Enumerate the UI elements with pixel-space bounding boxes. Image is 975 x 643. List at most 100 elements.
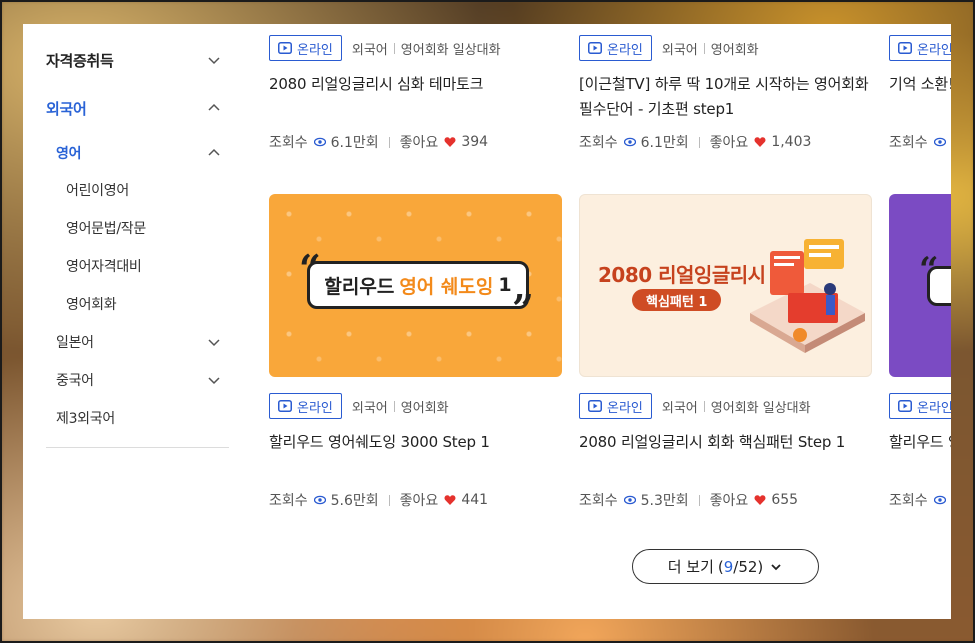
load-more-paren-close: ) — [757, 557, 764, 576]
heart-icon — [444, 136, 456, 148]
likes-count: 394 — [461, 134, 489, 150]
sidebar-sub-chinese[interactable]: 중국어 — [56, 369, 221, 391]
views-count: 5.3만회 — [640, 493, 689, 509]
course-title[interactable]: 기억 소환! — [889, 72, 951, 97]
heart-icon — [444, 494, 456, 506]
divider — [393, 400, 395, 412]
content-panel: 자격증취득 외국어 영어 어린이영어 영어문법/작문 영어자격대비 영어회화 일… — [23, 24, 951, 619]
chevron-down-icon — [207, 373, 221, 387]
chevron-up-icon — [207, 101, 221, 115]
eye-icon — [313, 136, 326, 148]
course-title[interactable]: 할리우드 영어쉐도잉 3000 Step 1 — [269, 430, 569, 455]
sidebar-sub-label: 영어 — [56, 146, 82, 162]
play-icon — [278, 42, 292, 54]
likes-count: 655 — [771, 492, 799, 508]
sidebar-sub-third-language[interactable]: 제3외국어 — [56, 407, 221, 429]
likes-label: 좋아요 — [399, 493, 439, 509]
eye-icon — [313, 494, 326, 506]
online-badge-label: 온라인 — [297, 400, 333, 416]
course-stats: 조회수 6.1만회 좋아요 1,403 — [579, 132, 811, 152]
category-label: 외국어 — [661, 42, 698, 58]
course-title[interactable]: [이근철TV] 하루 딱 10개로 시작하는 영어회화 필수단어 - 기초편 s… — [579, 72, 879, 122]
chevron-down-icon — [207, 335, 221, 349]
sidebar-sub-label: 중국어 — [56, 373, 94, 389]
views-label: 조회수 — [579, 135, 618, 151]
sidebar-sub-label: 제3외국어 — [56, 411, 115, 427]
sidebar-item-grammar-writing[interactable]: 영어문법/작문 — [66, 217, 146, 239]
sidebar-sub-japanese[interactable]: 일본어 — [56, 331, 221, 353]
views-label: 조회수 — [269, 135, 308, 151]
sidebar-category-label: 외국어 — [46, 99, 87, 118]
sidebar-item-label: 영어문법/작문 — [66, 221, 146, 237]
views-count: 6.1만회 — [330, 135, 379, 151]
divider — [388, 494, 390, 506]
play-icon — [278, 400, 292, 412]
sidebar-item-kids-english[interactable]: 어린이영어 — [66, 179, 129, 201]
course-category: 외국어 영어회화 — [352, 397, 449, 416]
course-meta: 온라인 외국어 영어회화 — [579, 35, 759, 61]
course-stats: 조회수 — [889, 490, 951, 510]
course-thumbnail[interactable]: “ 할리우드 영어 쉐도잉 1 ” — [269, 194, 562, 377]
likes-count: 1,403 — [771, 134, 812, 150]
course-title[interactable]: 2080 리얼잉글리시 심화 테마토크 — [269, 72, 569, 97]
play-icon — [898, 42, 912, 54]
heart-icon — [754, 494, 766, 506]
chevron-down-icon — [207, 53, 221, 67]
sidebar-item-conversation[interactable]: 영어회화 — [66, 293, 117, 315]
load-more-label: 더 보기 — [667, 558, 714, 576]
eye-icon — [623, 494, 636, 506]
course-stats: 조회수 5.6만회 좋아요 441 — [269, 490, 488, 510]
online-badge: 온라인 — [269, 35, 342, 61]
subcategory-label: 영어회화 일상대화 — [710, 400, 811, 416]
views-label: 조회수 — [889, 493, 928, 509]
eye-icon — [933, 494, 946, 506]
load-more-button[interactable]: 더 보기 (9/52) — [632, 549, 819, 584]
sidebar-category-foreign-language[interactable]: 외국어 — [46, 96, 221, 120]
likes-label: 좋아요 — [709, 493, 749, 509]
course-meta: 온라인 외국어 영어회화 — [269, 393, 449, 419]
divider — [698, 136, 700, 148]
divider — [393, 42, 395, 54]
divider — [703, 400, 705, 412]
sidebar-item-label: 영어자격대비 — [66, 259, 142, 275]
play-icon — [898, 400, 912, 412]
sidebar-sub-english[interactable]: 영어 — [56, 142, 221, 164]
play-icon — [588, 42, 602, 54]
course-thumbnail[interactable]: “ — [889, 194, 951, 377]
sidebar-sub-label: 일본어 — [56, 335, 94, 351]
sidebar-category-certificate[interactable]: 자격증취득 — [46, 48, 221, 72]
course-meta: 온라인 외국어 영어회화 일상대화 — [269, 35, 501, 61]
load-more-total: /52 — [733, 557, 758, 576]
views-label: 조회수 — [269, 493, 308, 509]
sidebar-divider — [46, 447, 229, 448]
online-badge: 온라인 — [579, 35, 652, 61]
thumbnail-speech-bubble — [927, 266, 951, 306]
thumbnail-text: 할리우드 — [324, 275, 395, 298]
sidebar-item-label: 어린이영어 — [66, 183, 129, 199]
online-badge-label: 온라인 — [917, 42, 951, 58]
close-quote-icon: ” — [512, 286, 534, 331]
category-label: 외국어 — [661, 400, 698, 416]
thumbnail-text-number: 1 — [498, 274, 512, 296]
sidebar-item-english-certificate[interactable]: 영어자격대비 — [66, 255, 142, 277]
course-stats: 조회수 6.1만회 좋아요 394 — [269, 132, 488, 152]
online-badge-label: 온라인 — [917, 400, 951, 416]
course-meta: 온라인 — [889, 35, 951, 61]
online-badge-label: 온라인 — [607, 42, 643, 58]
online-badge: 온라인 — [269, 393, 342, 419]
category-label: 외국어 — [351, 400, 388, 416]
chevron-down-icon — [769, 560, 783, 574]
views-label: 조회수 — [889, 135, 928, 151]
online-badge: 온라인 — [579, 393, 652, 419]
course-category: 외국어 영어회화 일상대화 — [662, 397, 811, 416]
course-title[interactable]: 할리우드 양 — [889, 430, 951, 455]
course-meta: 온라인 외국어 영어회화 일상대화 — [579, 393, 811, 419]
thumbnail-illustration — [750, 239, 865, 353]
course-title[interactable]: 2080 리얼잉글리시 회화 핵심패턴 Step 1 — [579, 430, 879, 455]
course-thumbnail[interactable]: 2080 리얼잉글리시 핵심패턴 1 — [579, 194, 872, 377]
eye-icon — [623, 136, 636, 148]
divider — [703, 42, 705, 54]
eye-icon — [933, 136, 946, 148]
online-badge-label: 온라인 — [607, 400, 643, 416]
views-count: 5.6만회 — [330, 493, 379, 509]
